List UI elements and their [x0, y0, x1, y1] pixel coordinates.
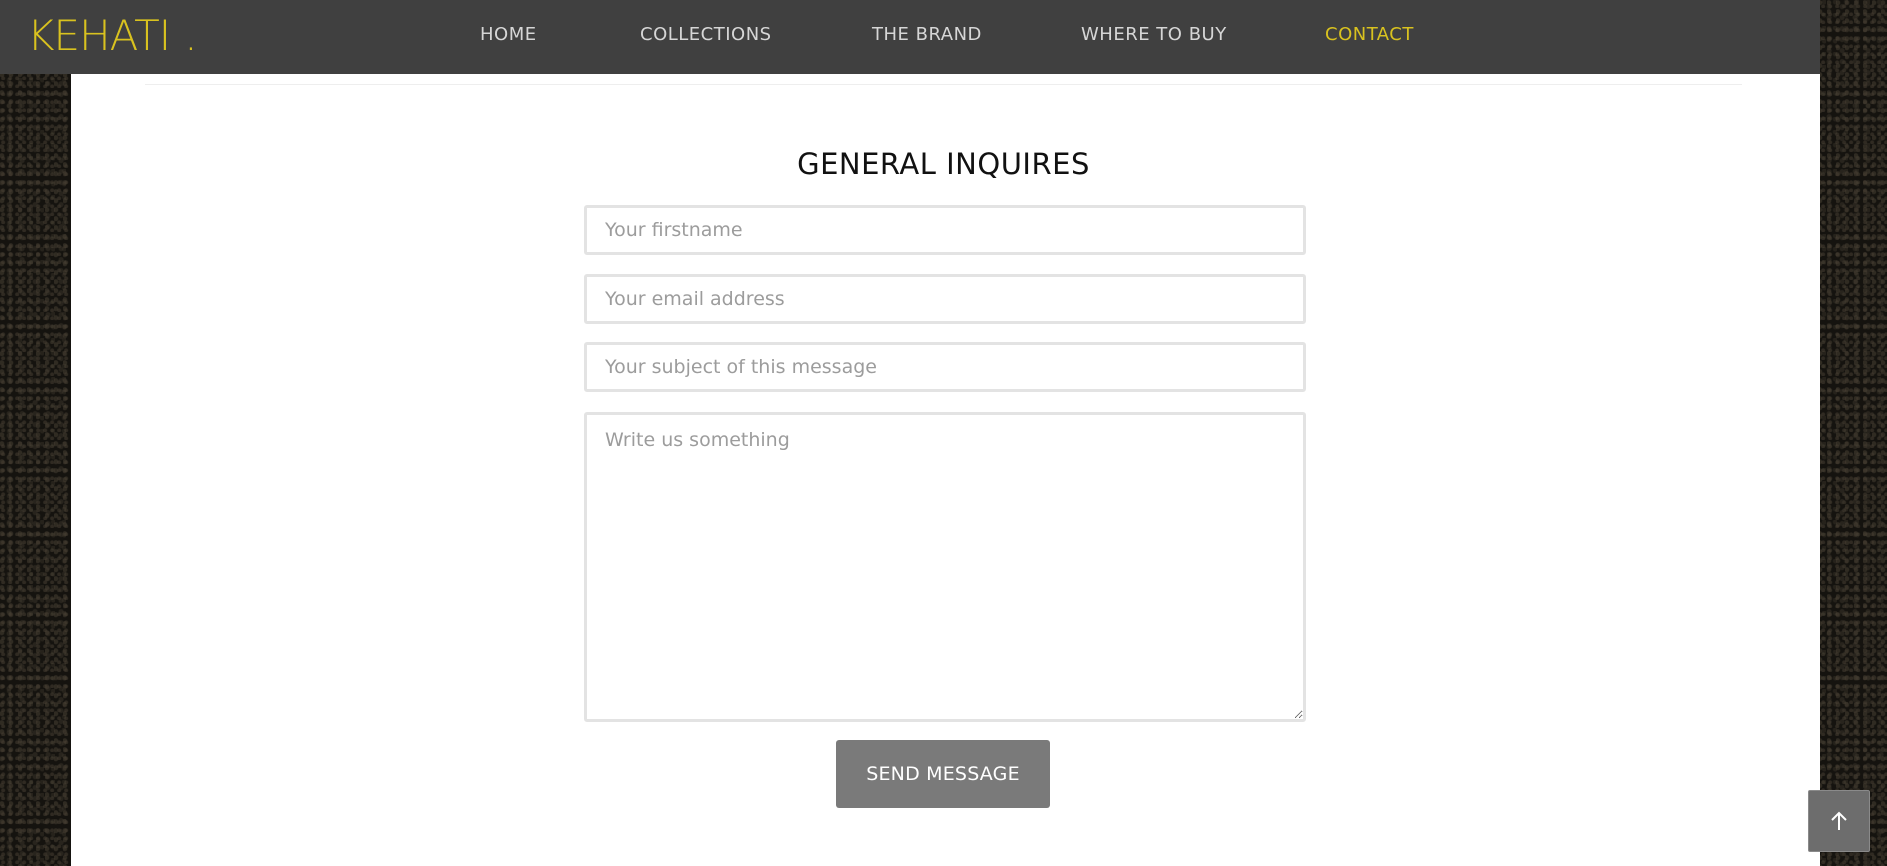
firstname-input[interactable]	[584, 205, 1306, 255]
nav-item-the-brand[interactable]: THE BRAND	[872, 24, 982, 46]
top-navigation-bar: KEHATI. HOME COLLECTIONS THE BRAND WHERE…	[0, 0, 1820, 74]
arrow-up-icon	[1831, 811, 1847, 830]
message-textarea[interactable]	[584, 412, 1306, 722]
scroll-to-top-button[interactable]	[1808, 790, 1870, 852]
subject-input[interactable]	[584, 342, 1306, 392]
nav-item-collections[interactable]: COLLECTIONS	[640, 24, 772, 46]
send-message-button[interactable]: SEND MESSAGE	[836, 740, 1050, 808]
nav-item-where-to-buy[interactable]: WHERE TO BUY	[1081, 24, 1227, 46]
email-input[interactable]	[584, 274, 1306, 324]
section-divider	[145, 84, 1742, 85]
form-title: GENERAL INQUIRES	[797, 147, 1090, 181]
nav-item-contact[interactable]: CONTACT	[1325, 24, 1414, 46]
main-nav: HOME COLLECTIONS THE BRAND WHERE TO BUY …	[0, 0, 1820, 72]
nav-item-home[interactable]: HOME	[480, 24, 537, 46]
